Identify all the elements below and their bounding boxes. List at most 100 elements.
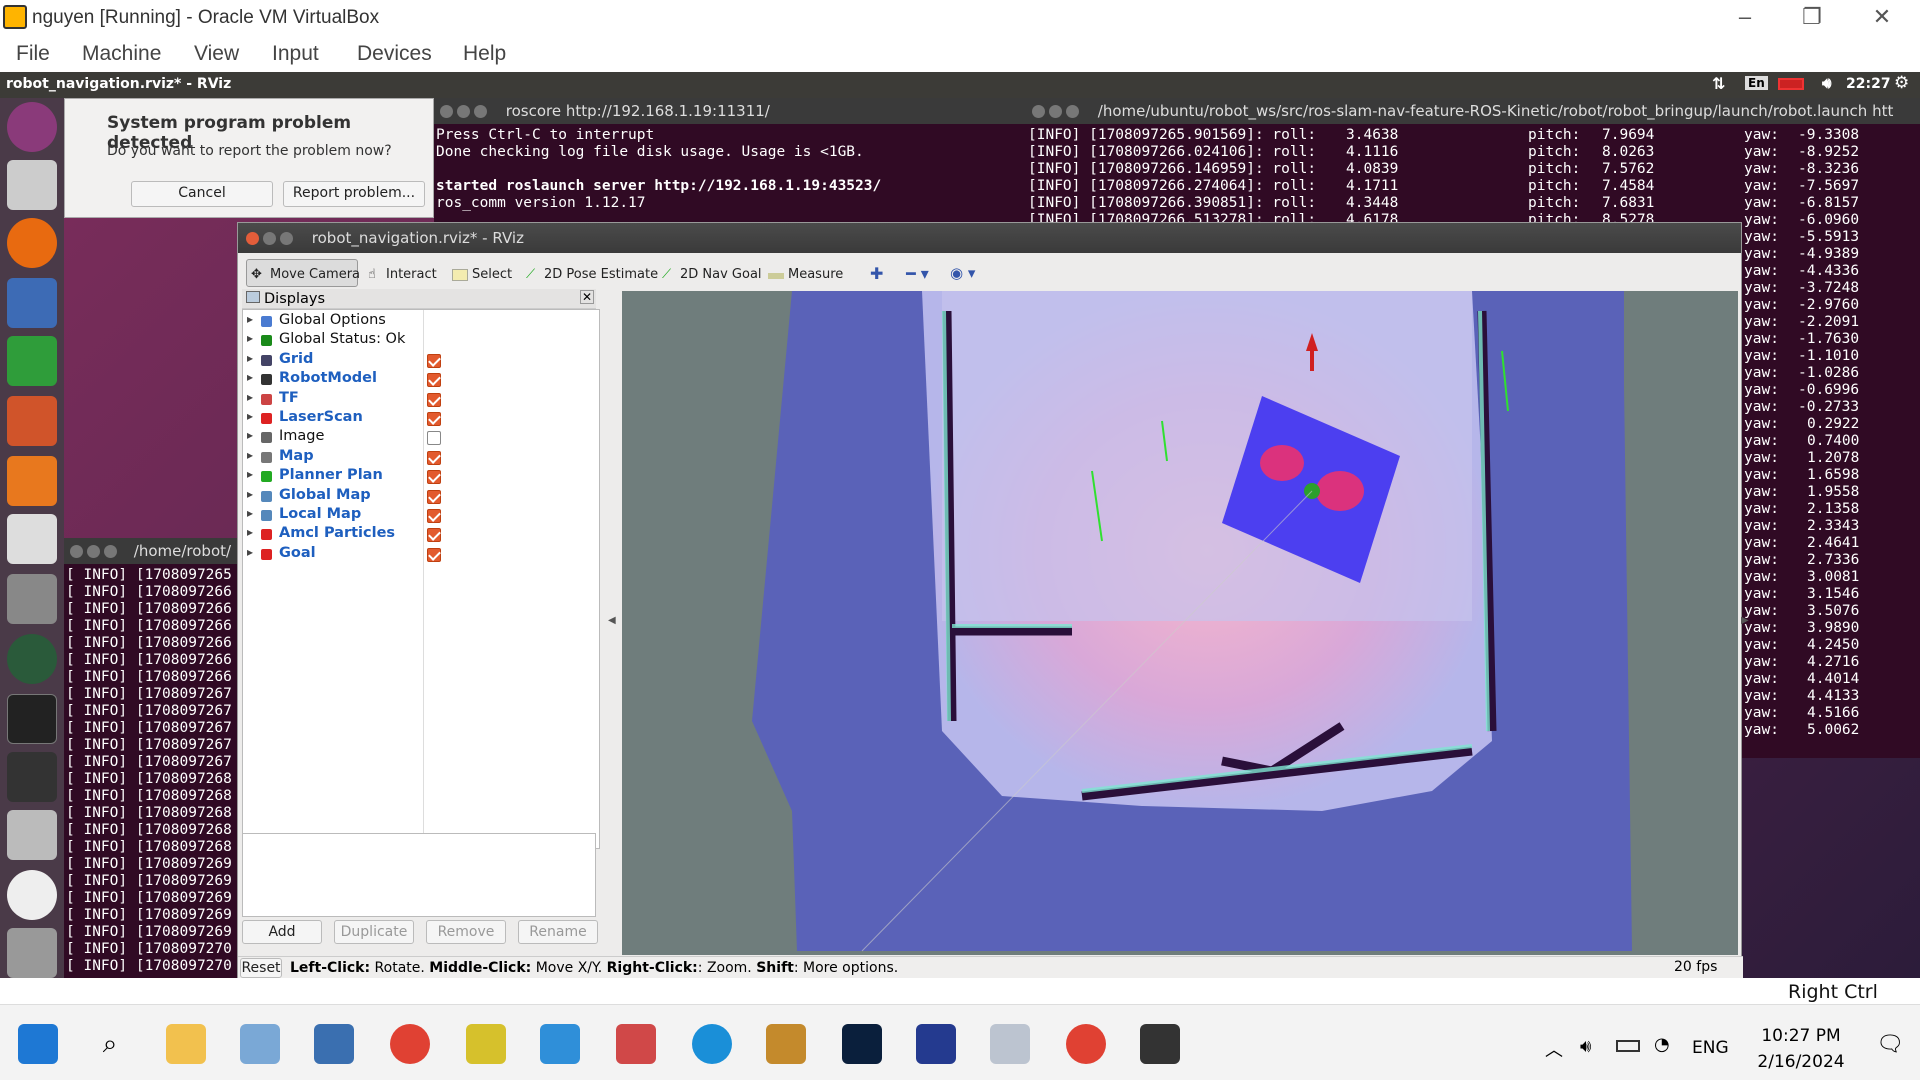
battery-icon[interactable] xyxy=(1778,78,1804,90)
edge-icon[interactable] xyxy=(692,1024,732,1064)
software-center-icon[interactable] xyxy=(7,456,57,506)
expand-arrow-icon[interactable]: ▸ xyxy=(247,545,253,559)
app-icon-2[interactable] xyxy=(766,1024,806,1064)
impress-icon[interactable] xyxy=(7,396,57,446)
chrome-icon[interactable] xyxy=(390,1024,430,1064)
menu-view[interactable]: View xyxy=(194,42,239,66)
close-panel-icon[interactable]: ✕ xyxy=(580,290,594,304)
linux-vm-icon[interactable] xyxy=(1140,1024,1180,1064)
display-item-tf[interactable]: ▸ TF xyxy=(243,390,599,409)
expand-arrow-icon[interactable]: ▸ xyxy=(247,390,253,404)
expand-arrow-icon[interactable]: ▸ xyxy=(247,428,253,442)
display-item-goal[interactable]: ▸ Goal xyxy=(243,545,599,564)
paint-icon[interactable] xyxy=(240,1024,280,1064)
display-enabled-checkbox[interactable] xyxy=(427,392,441,407)
start-icon[interactable] xyxy=(18,1024,58,1064)
chrome-2-icon[interactable] xyxy=(1066,1024,1106,1064)
close-icon[interactable]: ✕ xyxy=(1862,4,1902,30)
photoshop-icon[interactable] xyxy=(842,1024,882,1064)
window-buttons[interactable] xyxy=(1032,102,1083,120)
settings-gear-icon[interactable]: ⚙ xyxy=(1894,73,1909,93)
display-enabled-checkbox[interactable] xyxy=(427,431,441,446)
display-item-local-map[interactable]: ▸ Local Map xyxy=(243,506,599,525)
files-icon[interactable] xyxy=(7,160,57,210)
search-icon[interactable]: ⌕ xyxy=(90,1024,130,1064)
volume-icon[interactable]: 🔊︎ xyxy=(1822,74,1831,92)
display-enabled-checkbox[interactable] xyxy=(427,528,441,543)
tray-chevron-icon[interactable]: ︿ xyxy=(1545,1036,1563,1062)
display-enabled-checkbox[interactable] xyxy=(427,412,441,426)
taskbar-time[interactable]: 10:27 PM xyxy=(1756,1026,1846,1046)
system-settings-icon[interactable] xyxy=(7,574,57,624)
keyboard-lang[interactable]: En xyxy=(1745,76,1768,90)
camera-view-icon[interactable]: ◉ ▾ xyxy=(950,264,975,282)
display-enabled-checkbox[interactable] xyxy=(427,509,441,523)
display-item-image[interactable]: ▸ Image xyxy=(243,428,599,447)
virtualbox-taskbar-icon[interactable] xyxy=(314,1024,354,1064)
nav-goal-tool[interactable]: 2D Nav Goal xyxy=(680,267,762,282)
display-enabled-checkbox[interactable] xyxy=(427,373,441,388)
app-icon[interactable] xyxy=(466,1024,506,1064)
ubuntu-dash-icon[interactable] xyxy=(7,102,57,152)
interact-icon[interactable]: ☝ xyxy=(368,267,376,282)
expand-arrow-icon[interactable]: ▸ xyxy=(247,331,253,345)
collapse-right-icon[interactable]: ▶ xyxy=(1741,615,1749,626)
report-problem-button[interactable]: Report problem... xyxy=(283,181,425,207)
measure-tool[interactable]: Measure xyxy=(788,267,843,282)
expand-arrow-icon[interactable]: ▸ xyxy=(247,312,253,326)
input-language[interactable]: ENG xyxy=(1692,1038,1729,1058)
dvd-icon[interactable] xyxy=(7,870,57,920)
usb-icon[interactable] xyxy=(7,752,57,802)
display-enabled-checkbox[interactable] xyxy=(427,353,441,368)
display-item-global-options[interactable]: ▸ Global Options xyxy=(243,312,599,331)
tinkercad-icon[interactable] xyxy=(616,1024,656,1064)
display-item-laserscan[interactable]: ▸ LaserScan xyxy=(243,409,599,428)
writer-icon[interactable] xyxy=(7,278,57,328)
remove-display-button[interactable]: Remove xyxy=(426,920,506,944)
ide-icon[interactable] xyxy=(540,1024,580,1064)
trash-icon[interactable] xyxy=(7,928,57,978)
expand-arrow-icon[interactable]: ▸ xyxy=(247,487,253,501)
minimize-icon[interactable]: – xyxy=(1725,4,1765,30)
duplicate-display-button[interactable]: Duplicate xyxy=(334,920,414,944)
restore-icon[interactable]: ❐ xyxy=(1792,4,1832,30)
cancel-button[interactable]: Cancel xyxy=(131,181,273,207)
display-item-planner-plan[interactable]: ▸ Planner Plan xyxy=(243,467,599,486)
node-terminal[interactable]: /home/robot/ [ INFO] [1708097265[ INFO] … xyxy=(64,538,240,978)
menu-machine[interactable]: Machine xyxy=(82,42,161,66)
window-buttons[interactable] xyxy=(440,102,491,120)
software-updater-icon[interactable] xyxy=(7,634,57,684)
expand-arrow-icon[interactable]: ▸ xyxy=(247,409,253,423)
display-item-robotmodel[interactable]: ▸ RobotModel xyxy=(243,370,599,389)
wifi-icon[interactable]: ◔ xyxy=(1654,1034,1670,1055)
reset-button[interactable]: Reset xyxy=(240,958,282,978)
interact-tool[interactable]: Interact xyxy=(386,267,437,282)
expand-arrow-icon[interactable]: ▸ xyxy=(247,506,253,520)
add-tool-icon[interactable]: ✚ xyxy=(870,264,883,283)
display-item-global-map[interactable]: ▸ Global Map xyxy=(243,487,599,506)
3d-view[interactable] xyxy=(622,291,1738,955)
pose-estimate-tool[interactable]: 2D Pose Estimate xyxy=(544,267,658,282)
rename-display-button[interactable]: Rename xyxy=(518,920,598,944)
display-item-global-status-ok[interactable]: ▸ Global Status: Ok xyxy=(243,331,599,350)
display-enabled-checkbox[interactable] xyxy=(427,470,441,485)
clock[interactable]: 22:27 xyxy=(1846,76,1891,92)
menu-devices[interactable]: Devices xyxy=(357,42,432,66)
expand-arrow-icon[interactable]: ▸ xyxy=(247,448,253,462)
expand-arrow-icon[interactable]: ▸ xyxy=(247,351,253,365)
calc-icon[interactable] xyxy=(7,336,57,386)
display-enabled-checkbox[interactable] xyxy=(427,450,441,465)
add-display-button[interactable]: Add xyxy=(242,920,322,944)
menu-file[interactable]: File xyxy=(16,42,50,66)
firefox-icon[interactable] xyxy=(7,218,57,268)
menu-help[interactable]: Help xyxy=(463,42,506,66)
monitor-icon[interactable] xyxy=(990,1024,1030,1064)
collapse-left-icon[interactable]: ◀ xyxy=(608,615,616,626)
display-enabled-checkbox[interactable] xyxy=(427,489,441,504)
window-buttons[interactable] xyxy=(70,542,121,560)
photoshop-2-icon[interactable] xyxy=(916,1024,956,1064)
expand-arrow-icon[interactable]: ▸ xyxy=(247,370,253,384)
roscore-terminal[interactable]: roscore http://192.168.1.19:11311/ Press… xyxy=(434,98,1026,222)
display-item-map[interactable]: ▸ Map xyxy=(243,448,599,467)
notification-icon[interactable]: 🗨︎ xyxy=(1876,1032,1904,1057)
